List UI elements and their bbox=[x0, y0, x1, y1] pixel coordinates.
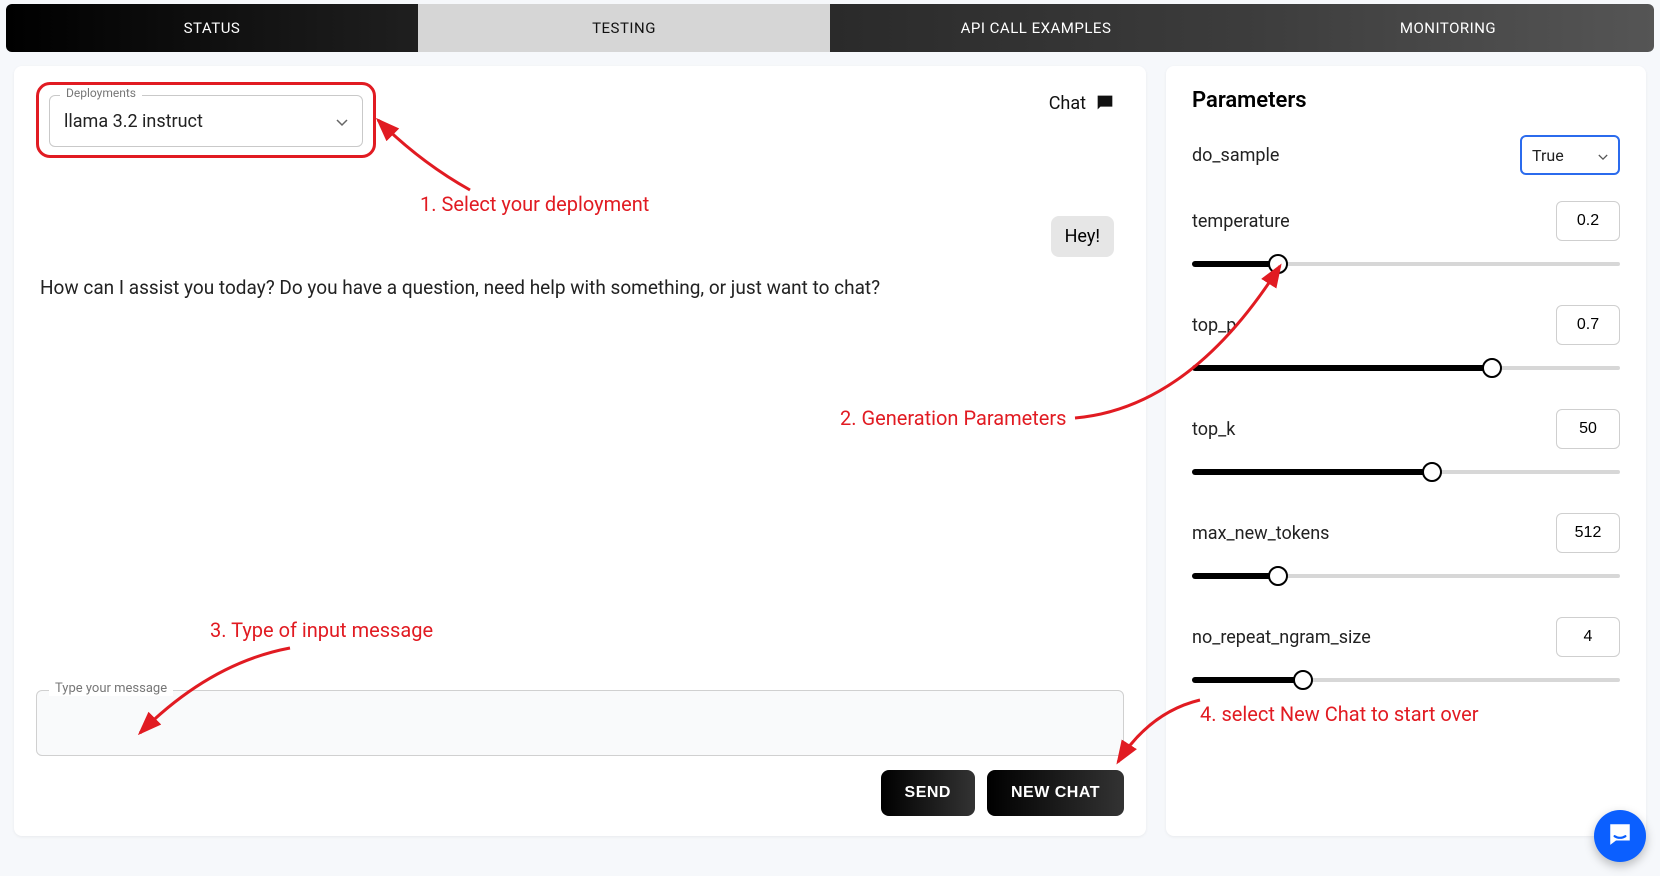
param-no-repeat-ngram-label: no_repeat_ngram_size bbox=[1192, 627, 1371, 648]
deployments-legend: Deployments bbox=[60, 86, 142, 100]
param-do-sample-label: do_sample bbox=[1192, 145, 1279, 166]
send-button[interactable]: SEND bbox=[881, 770, 975, 816]
param-temperature-input[interactable] bbox=[1556, 201, 1620, 241]
parameters-title: Parameters bbox=[1192, 88, 1620, 113]
param-temperature-slider[interactable] bbox=[1192, 253, 1620, 275]
chat-body: Hey! How can I assist you today? Do you … bbox=[36, 176, 1124, 690]
param-max-new-tokens-input[interactable] bbox=[1556, 513, 1620, 553]
param-no-repeat-ngram-slider[interactable] bbox=[1192, 669, 1620, 691]
message-input[interactable] bbox=[51, 703, 1109, 743]
chat-icon bbox=[1094, 92, 1116, 114]
param-top-k-input[interactable] bbox=[1556, 409, 1620, 449]
deployments-select[interactable]: Deployments llama 3.2 instruct bbox=[49, 95, 363, 147]
caret-down-icon bbox=[1598, 146, 1608, 165]
chat-header-label: Chat bbox=[1049, 93, 1086, 114]
tab-bar: STATUS TESTING API CALL EXAMPLES MONITOR… bbox=[6, 4, 1654, 52]
param-top-p-slider[interactable] bbox=[1192, 357, 1620, 379]
message-input-legend: Type your message bbox=[49, 681, 173, 696]
param-temperature-label: temperature bbox=[1192, 211, 1290, 232]
param-top-p-label: top_p bbox=[1192, 315, 1236, 336]
help-chat-button[interactable] bbox=[1594, 810, 1646, 862]
user-message-bubble: Hey! bbox=[1051, 216, 1114, 257]
assistant-message: How can I assist you today? Do you have … bbox=[40, 276, 1114, 299]
deployments-highlight: Deployments llama 3.2 instruct bbox=[36, 82, 376, 158]
chat-panel: Deployments llama 3.2 instruct Chat Hey!… bbox=[14, 66, 1146, 836]
intercom-icon bbox=[1607, 821, 1633, 851]
param-top-p-input[interactable] bbox=[1556, 305, 1620, 345]
deployments-selected-value: llama 3.2 instruct bbox=[64, 111, 336, 132]
tab-api-call-examples[interactable]: API CALL EXAMPLES bbox=[830, 4, 1242, 52]
param-top-k-label: top_k bbox=[1192, 419, 1235, 440]
chat-header: Chat bbox=[1049, 92, 1116, 114]
tab-status[interactable]: STATUS bbox=[6, 4, 418, 52]
tab-testing[interactable]: TESTING bbox=[418, 4, 830, 52]
param-max-new-tokens-label: max_new_tokens bbox=[1192, 523, 1329, 544]
new-chat-button[interactable]: NEW CHAT bbox=[987, 770, 1124, 816]
param-max-new-tokens-slider[interactable] bbox=[1192, 565, 1620, 587]
parameters-panel: Parameters do_sample True temperature to… bbox=[1166, 66, 1646, 836]
tab-monitoring[interactable]: MONITORING bbox=[1242, 4, 1654, 52]
caret-down-icon bbox=[336, 112, 348, 131]
param-do-sample-select[interactable]: True bbox=[1520, 135, 1620, 175]
param-top-k-slider[interactable] bbox=[1192, 461, 1620, 483]
param-no-repeat-ngram-input[interactable] bbox=[1556, 617, 1620, 657]
param-do-sample-value: True bbox=[1532, 146, 1564, 165]
message-input-wrap: Type your message bbox=[36, 690, 1124, 756]
